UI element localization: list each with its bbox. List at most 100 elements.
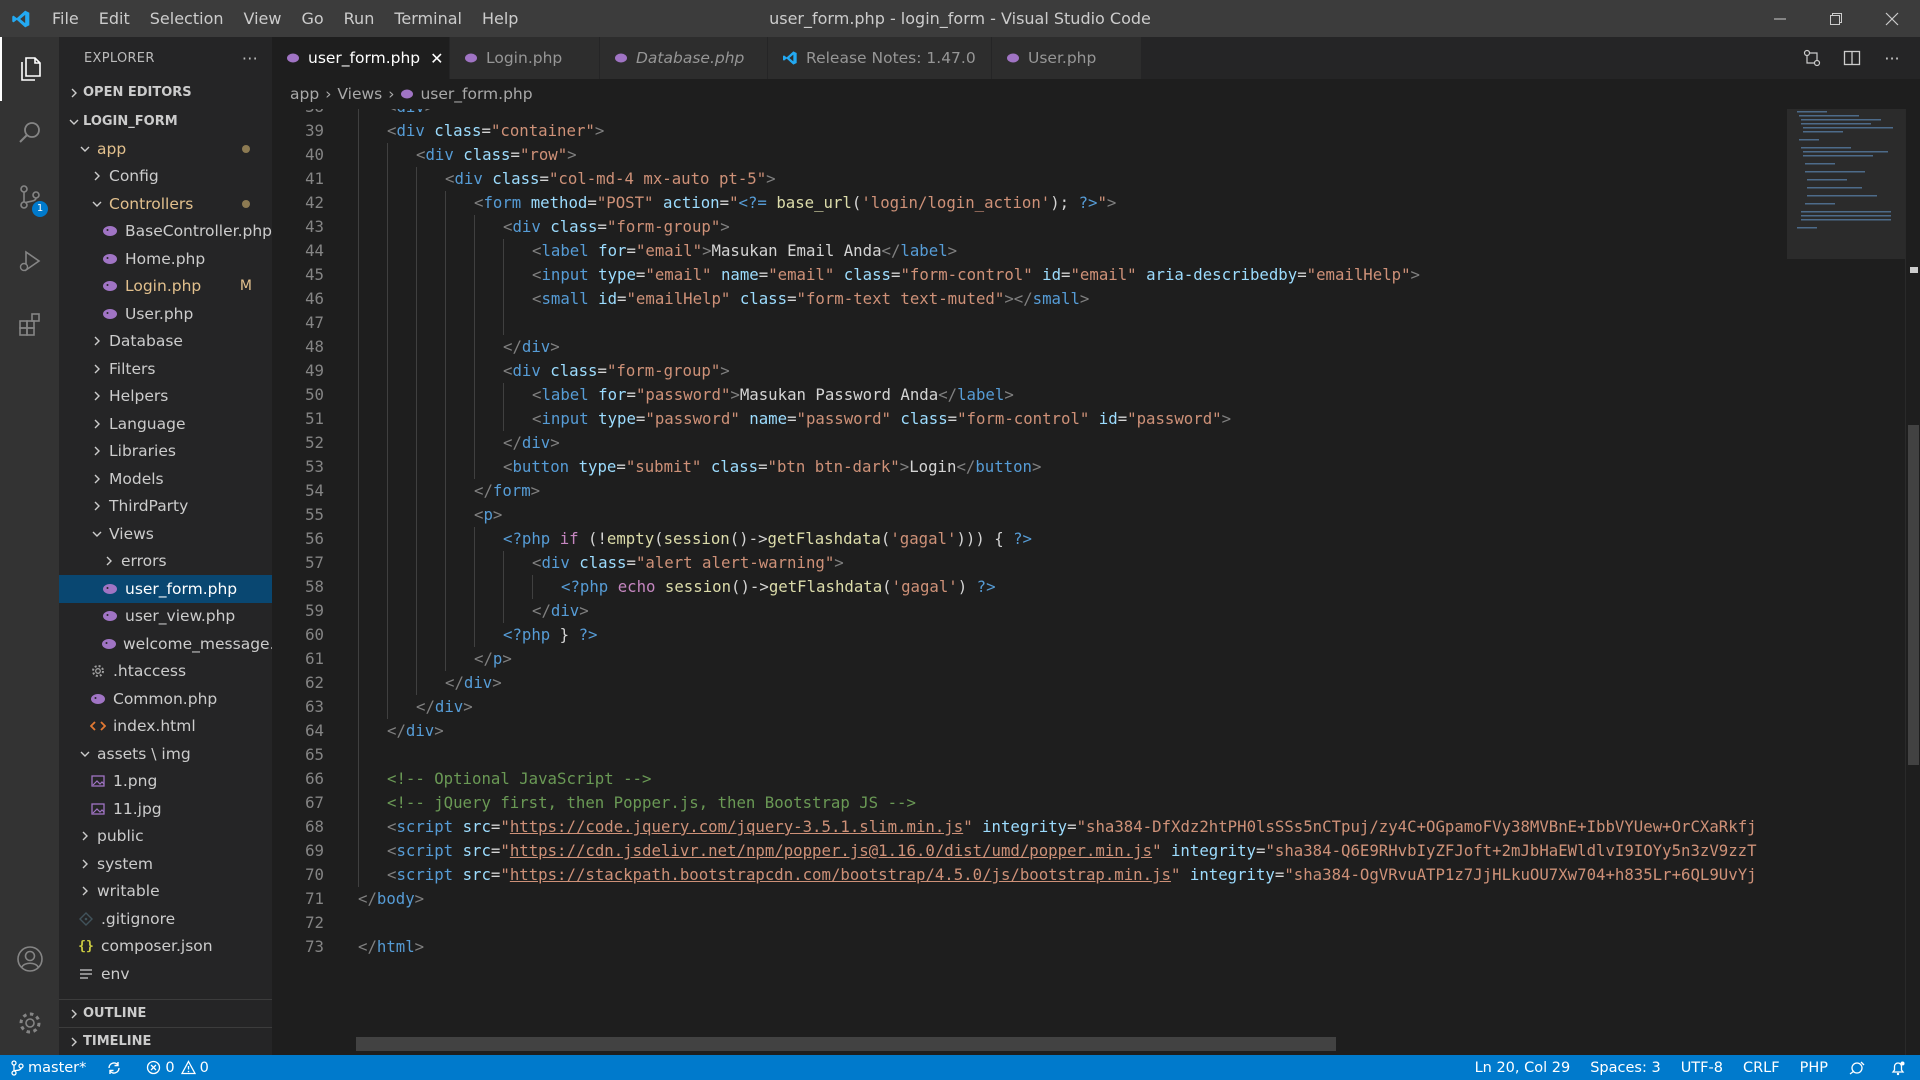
tab-database-php[interactable]: Database.php (600, 37, 768, 79)
open-editors-section[interactable]: OPEN EDITORS (59, 79, 272, 106)
more-actions-button[interactable]: ··· (242, 49, 258, 68)
tree-folder[interactable]: Helpers (59, 383, 272, 411)
close-window-button[interactable] (1864, 0, 1920, 37)
tree-folder[interactable]: Config (59, 163, 272, 191)
more-editor-actions-button[interactable]: ··· (1872, 49, 1912, 68)
tree-item-label: composer.json (101, 937, 213, 956)
timeline-section[interactable]: TIMELINE (59, 1027, 272, 1055)
activity-accounts[interactable] (0, 927, 59, 991)
outline-section[interactable]: OUTLINE (59, 999, 272, 1027)
menu-help[interactable]: Help (472, 0, 528, 37)
indent-guide (387, 671, 388, 695)
tree-file[interactable]: .gitignore (59, 905, 272, 933)
tree-file[interactable]: 1.png (59, 768, 272, 796)
line-number: 46 (305, 289, 324, 308)
language-mode[interactable]: PHP (1790, 1055, 1838, 1080)
tree-file[interactable]: Common.php (59, 685, 272, 713)
tree-item-label: Libraries (109, 442, 176, 461)
tree-folder[interactable]: Filters (59, 355, 272, 383)
indent-guide (416, 575, 417, 599)
tree-folder[interactable]: writable (59, 878, 272, 906)
activity-search[interactable] (0, 101, 59, 165)
activity-explorer[interactable] (0, 37, 59, 101)
tree-file[interactable]: user_view.php (59, 603, 272, 631)
code-token: p (483, 505, 493, 524)
tree-file[interactable]: Login.php M (59, 273, 272, 301)
tree-file[interactable]: 11.jpg (59, 795, 272, 823)
tree-folder[interactable]: Controllers (59, 190, 272, 218)
split-editor-button[interactable] (1832, 49, 1872, 67)
open-changes-button[interactable] (1792, 49, 1832, 67)
horizontal-scrollbar[interactable] (356, 1037, 1336, 1051)
cursor-position[interactable]: Ln 20, Col 29 (1465, 1055, 1581, 1080)
tree-folder[interactable]: ThirdParty (59, 493, 272, 521)
tree-folder[interactable]: assets \ img (59, 740, 272, 768)
tree-file[interactable]: Home.php (59, 245, 272, 273)
vertical-scrollbar[interactable] (1905, 109, 1920, 1055)
tree-file[interactable]: user_form.php (59, 575, 272, 603)
tree-file[interactable]: env (59, 960, 272, 988)
tree-folder[interactable]: Views (59, 520, 272, 548)
tree-file[interactable]: welcome_message.... (59, 630, 272, 658)
breadcrumb-app[interactable]: app (290, 85, 319, 103)
tree-folder[interactable]: Language (59, 410, 272, 438)
tree-folder[interactable]: errors (59, 548, 272, 576)
tree-folder[interactable]: Models (59, 465, 272, 493)
tree-folder[interactable]: app (59, 135, 272, 163)
menu-run[interactable]: Run (334, 0, 385, 37)
activity-source-control[interactable]: 1 (0, 165, 59, 229)
activity-run-debug[interactable] (0, 229, 59, 293)
breadcrumb-views[interactable]: Views (337, 85, 382, 103)
menu-file[interactable]: File (42, 0, 89, 37)
close-tab-button[interactable]: ✕ (430, 49, 443, 68)
code-token: </ (532, 601, 551, 620)
tree-folder[interactable]: Database (59, 328, 272, 356)
indentation-status[interactable]: Spaces: 3 (1580, 1055, 1670, 1080)
code-editor[interactable]: 38 <div> 39 <div class="container"> 40 <div c… (272, 109, 1787, 1055)
activity-extensions[interactable] (0, 293, 59, 357)
minimap[interactable] (1787, 109, 1905, 1055)
tree-folder[interactable]: public (59, 823, 272, 851)
tree-file[interactable]: .htaccess (59, 658, 272, 686)
eol-status[interactable]: CRLF (1733, 1055, 1790, 1080)
encoding-status[interactable]: UTF-8 (1671, 1055, 1733, 1080)
sync-button[interactable] (96, 1055, 136, 1080)
menu-selection[interactable]: Selection (140, 0, 234, 37)
code-token: ( (654, 529, 664, 548)
tree-folder[interactable]: Libraries (59, 438, 272, 466)
menu-terminal[interactable]: Terminal (384, 0, 472, 37)
menu-edit[interactable]: Edit (89, 0, 140, 37)
project-section[interactable]: LOGIN_FORM (59, 108, 272, 135)
code-token[interactable]: https://code.jquery.com/jquery-3.5.1.sli… (510, 817, 963, 836)
menu-go[interactable]: Go (291, 0, 333, 37)
indent-guide (358, 839, 359, 863)
tab-user-form-php[interactable]: user_form.php ✕ (272, 37, 450, 79)
tree-file[interactable]: User.php (59, 300, 272, 328)
activity-manage[interactable] (0, 991, 59, 1055)
minimize-button[interactable] (1752, 0, 1808, 37)
tree-file[interactable]: BaseController.php (59, 218, 272, 246)
code-line: 52 </div> (272, 431, 1787, 455)
indent-guide (387, 599, 388, 623)
restore-button[interactable] (1808, 0, 1864, 37)
tree-folder[interactable]: system (59, 850, 272, 878)
code-token[interactable]: https://stackpath.bootstrapcdn.com/boots… (510, 865, 1171, 884)
feedback-button[interactable] (1838, 1055, 1880, 1080)
tab-login-php[interactable]: Login.php (450, 37, 600, 79)
code-token: "POST" (596, 193, 654, 212)
notifications-button[interactable] (1880, 1055, 1920, 1080)
menu-view[interactable]: View (234, 0, 292, 37)
tree-file[interactable]: {} composer.json (59, 933, 272, 961)
tree-file[interactable]: index.html (59, 713, 272, 741)
scrollbar-thumb[interactable] (1908, 425, 1919, 765)
tab-user-php[interactable]: User.php (992, 37, 1142, 79)
tab-release-notes-1-47-0[interactable]: Release Notes: 1.47.0 (768, 37, 992, 79)
code-token: > (1221, 409, 1232, 428)
problems-status[interactable]: 0 0 (136, 1055, 218, 1080)
branch-status[interactable]: master* (0, 1055, 96, 1080)
tree-item-label: index.html (113, 717, 196, 736)
line-number: 70 (305, 865, 324, 884)
breadcrumb-file[interactable]: user_form.php (420, 85, 532, 103)
code-token[interactable]: https://cdn.jsdelivr.net/npm/popper.js@1… (510, 841, 1152, 860)
